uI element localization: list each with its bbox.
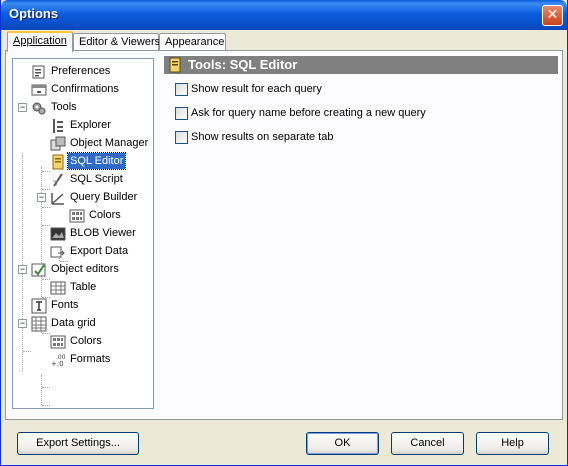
fonts-icon: [31, 298, 47, 314]
tree-item-blob-viewer[interactable]: BLOB Viewer: [13, 225, 153, 243]
colors-icon: [50, 335, 66, 349]
explorer-icon: [53, 119, 63, 133]
export-settings-button[interactable]: Export Settings...: [17, 432, 139, 455]
close-button[interactable]: ✕: [542, 5, 563, 26]
tree-item-qb-colors[interactable]: Colors: [13, 207, 153, 225]
data-grid-icon: [31, 316, 47, 332]
tab-editor-viewers[interactable]: Editor & Viewers: [73, 33, 161, 51]
tree-item-label: Colors: [70, 335, 102, 347]
collapse-toggle-icon[interactable]: −: [18, 103, 27, 112]
checkbox-box[interactable]: [175, 107, 188, 120]
options-dialog: Options ✕ Application Editor & Viewers A…: [0, 0, 568, 466]
collapse-toggle-icon[interactable]: −: [37, 193, 46, 202]
tree-item-label: Export Data: [70, 245, 129, 257]
tree-item-label: BLOB Viewer: [70, 227, 136, 239]
tree-item-label: Object editors: [51, 263, 119, 275]
sql-script-icon: [53, 173, 63, 187]
export-data-icon: [50, 246, 65, 258]
window-title: Options: [9, 6, 59, 21]
tree-item-label: Data grid: [51, 317, 96, 329]
section-header: Tools: SQL Editor: [164, 56, 558, 74]
close-icon: ✕: [546, 7, 559, 23]
tree-item-tools[interactable]: − Tools: [13, 99, 153, 117]
tree-item-fonts[interactable]: Fonts: [13, 297, 153, 315]
confirmations-icon: [31, 84, 47, 96]
tab-appearance-label: Appearance: [165, 36, 225, 48]
tools-icon: [32, 102, 46, 115]
cancel-button[interactable]: Cancel: [391, 432, 464, 455]
tree-item-label: Fonts: [51, 299, 79, 311]
checkbox-label: Show result for each query: [191, 83, 322, 95]
table-icon: [50, 281, 66, 295]
blob-viewer-icon: [50, 227, 66, 241]
tree-item-label: Colors: [89, 209, 121, 221]
tree-item-formats[interactable]: .00 +.0 Formats: [13, 351, 153, 369]
tree-item-table[interactable]: Table: [13, 279, 153, 297]
ok-button[interactable]: OK: [306, 432, 379, 455]
tree-item-label: Formats: [70, 353, 111, 365]
object-manager-icon: [50, 136, 66, 151]
title-bar[interactable]: Options ✕: [1, 0, 567, 30]
tree-item-confirmations[interactable]: Confirmations: [13, 81, 153, 99]
tree-item-grid-colors[interactable]: Colors: [13, 333, 153, 351]
tab-application[interactable]: Application: [7, 31, 73, 52]
tree-item-data-grid[interactable]: − Data grid: [13, 315, 153, 333]
tree-item-sql-script[interactable]: SQL Script: [13, 171, 153, 189]
sql-editor-icon: [169, 57, 181, 73]
tab-panel: Preferences Confirmations − Tools Explor…: [5, 50, 563, 420]
collapse-toggle-icon[interactable]: −: [18, 319, 27, 328]
options-tree[interactable]: Preferences Confirmations − Tools Explor…: [12, 58, 154, 409]
checkbox-label: Ask for query name before creating a new…: [191, 107, 426, 119]
section-title: Tools: SQL Editor: [188, 57, 298, 72]
tree-item-query-builder[interactable]: − Query Builder: [13, 189, 153, 207]
tree-item-label: SQL Editor: [66, 152, 127, 170]
tree-item-label: Confirmations: [51, 83, 119, 95]
tab-editor-viewers-label: Editor & Viewers: [79, 36, 161, 48]
tree-item-label: Explorer: [70, 119, 111, 131]
tree-item-object-manager[interactable]: Object Manager: [13, 135, 153, 153]
preferences-icon: [32, 65, 45, 79]
formats-icon: .00 +.0: [51, 354, 66, 368]
tree-item-label: Query Builder: [70, 191, 138, 203]
query-builder-icon: [51, 193, 64, 205]
tree-item-export-data[interactable]: Export Data: [13, 243, 153, 261]
help-button[interactable]: Help: [476, 432, 549, 455]
checkbox-label: Show results on separate tab: [191, 131, 334, 143]
tree-item-sql-editor[interactable]: SQL Editor: [13, 152, 153, 171]
collapse-toggle-icon[interactable]: −: [18, 265, 27, 274]
tree-item-explorer[interactable]: Explorer: [13, 117, 153, 135]
object-editors-icon: [31, 263, 46, 277]
checkbox-box[interactable]: [175, 83, 188, 96]
checkbox-box[interactable]: [175, 131, 188, 144]
tree-item-object-editors[interactable]: − Object editors: [13, 261, 153, 279]
tree-item-label: Preferences: [51, 65, 111, 77]
tab-appearance[interactable]: Appearance: [159, 33, 226, 51]
tree-item-label: Object Manager: [70, 137, 149, 149]
svg-text:+.0: +.0: [51, 360, 64, 368]
tree-item-label: Tools: [51, 101, 77, 113]
colors-icon: [69, 209, 85, 223]
tree-item-label: Table: [70, 281, 97, 293]
sql-editor-icon: [52, 154, 64, 170]
tab-application-label: Application: [13, 35, 67, 47]
tree-item-preferences[interactable]: Preferences: [13, 63, 153, 81]
tree-item-label: SQL Script: [70, 173, 123, 185]
